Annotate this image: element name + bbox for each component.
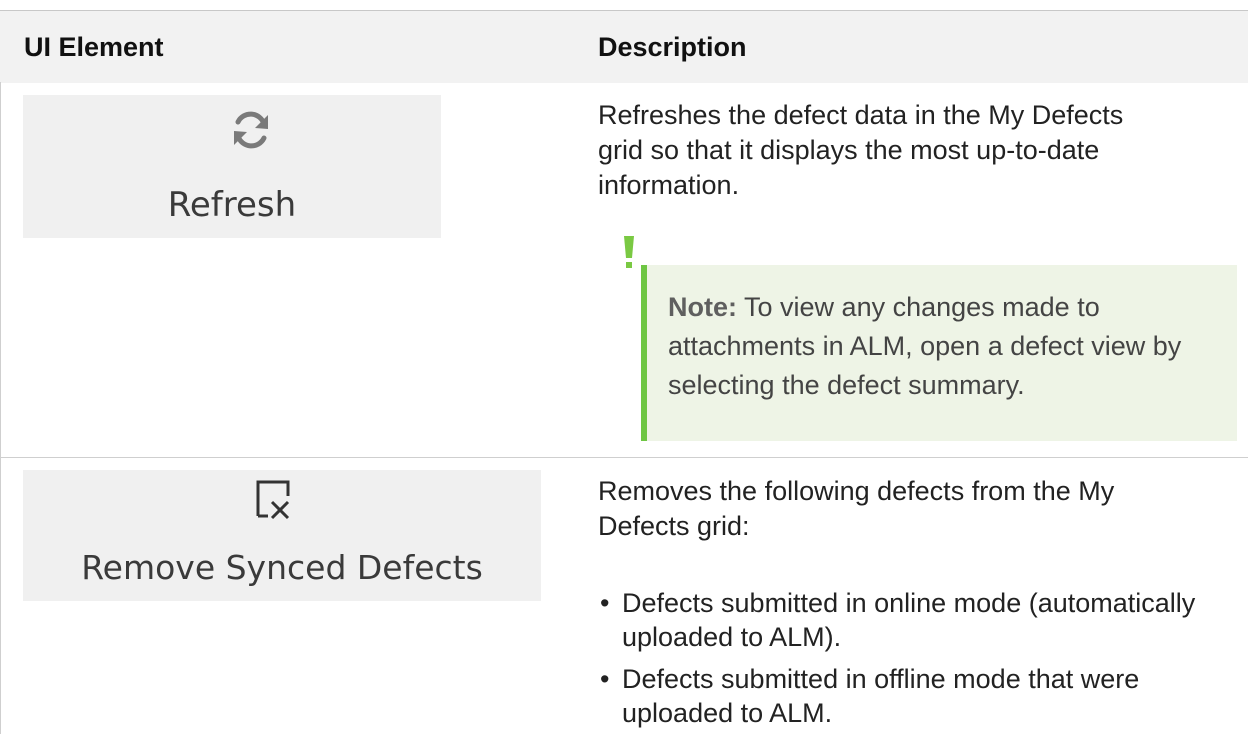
row-divider (0, 457, 1248, 458)
list-item-text: Defects submitted in offline mode that w… (622, 664, 1140, 728)
remove-synced-button-image: Remove Synced Defects (23, 470, 541, 601)
ui-element-table: UI Element Description Refresh Refreshes… (0, 0, 1248, 734)
note-body: To view any changes made to attachments … (668, 292, 1182, 400)
refresh-description: Refreshes the defect data in the My Defe… (598, 100, 1124, 200)
header-description: Description (598, 32, 747, 62)
remove-synced-icon (256, 480, 290, 520)
list-item: • Defects submitted in online mode (autom… (600, 588, 1196, 652)
refresh-label: Refresh (167, 185, 297, 225)
remove-synced-label: Remove Synced Defects (81, 548, 483, 587)
refresh-icon (234, 111, 268, 149)
list-item-text: Defects submitted in online mode (automa… (622, 588, 1196, 652)
exclamation-icon (624, 236, 634, 268)
note-accent-bar (641, 265, 647, 441)
list-item: • Defects submitted in offline mode that … (600, 664, 1140, 728)
refresh-button-image: Refresh (23, 95, 441, 238)
note-text: Note: To view any changes made to attach… (668, 288, 1228, 405)
table-left-border (0, 82, 1, 734)
remove-synced-description: Removes the following defects from the M… (598, 476, 1115, 541)
note-label: Note: (668, 292, 737, 322)
header-ui-element: UI Element (24, 32, 164, 62)
table-header-row: UI Element Description (0, 10, 1248, 83)
defects-list: • Defects submitted in online mode (autom… (598, 586, 1238, 738)
